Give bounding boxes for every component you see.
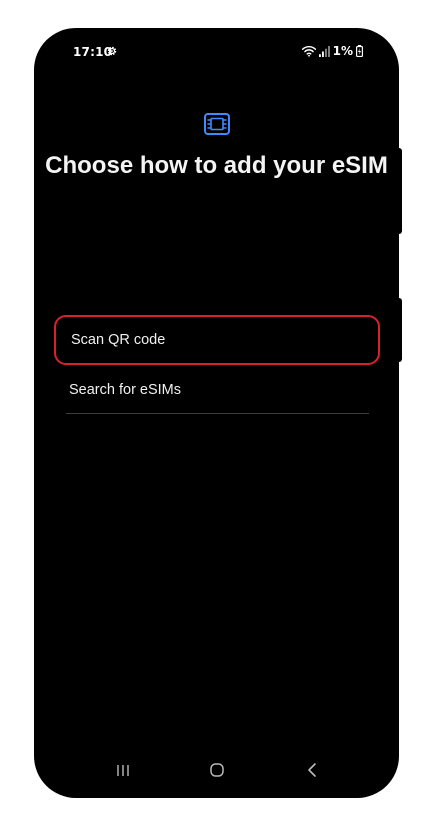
signal-icon (318, 45, 330, 57)
home-icon (210, 763, 224, 777)
page-title: Choose how to add your eSIM (45, 152, 388, 179)
search-for-esims-option[interactable]: Search for eSIMs (54, 376, 380, 404)
divider (66, 413, 369, 414)
back-button[interactable] (300, 760, 324, 780)
esim-icon (204, 113, 230, 135)
status-icons: 1% (301, 44, 363, 58)
back-icon (308, 763, 316, 777)
option-label: Search for eSIMs (69, 382, 182, 398)
canvas: 17:10 1% Choose how to add your eSIM Sca… (0, 0, 432, 820)
option-label: Scan QR code (71, 332, 166, 348)
gear-icon (107, 46, 117, 56)
home-button[interactable] (205, 760, 229, 780)
battery-percentage: 1% (332, 44, 353, 58)
status-bar: 17:10 1% (34, 28, 399, 78)
recents-icon (117, 764, 129, 776)
wifi-icon (301, 45, 316, 57)
battery-icon (356, 45, 363, 57)
recents-button[interactable] (111, 760, 135, 780)
scan-qr-code-option[interactable]: Scan QR code (54, 315, 380, 365)
phone-screen: 17:10 1% Choose how to add your eSIM Sca… (34, 28, 399, 798)
navigation-bar (34, 742, 399, 798)
